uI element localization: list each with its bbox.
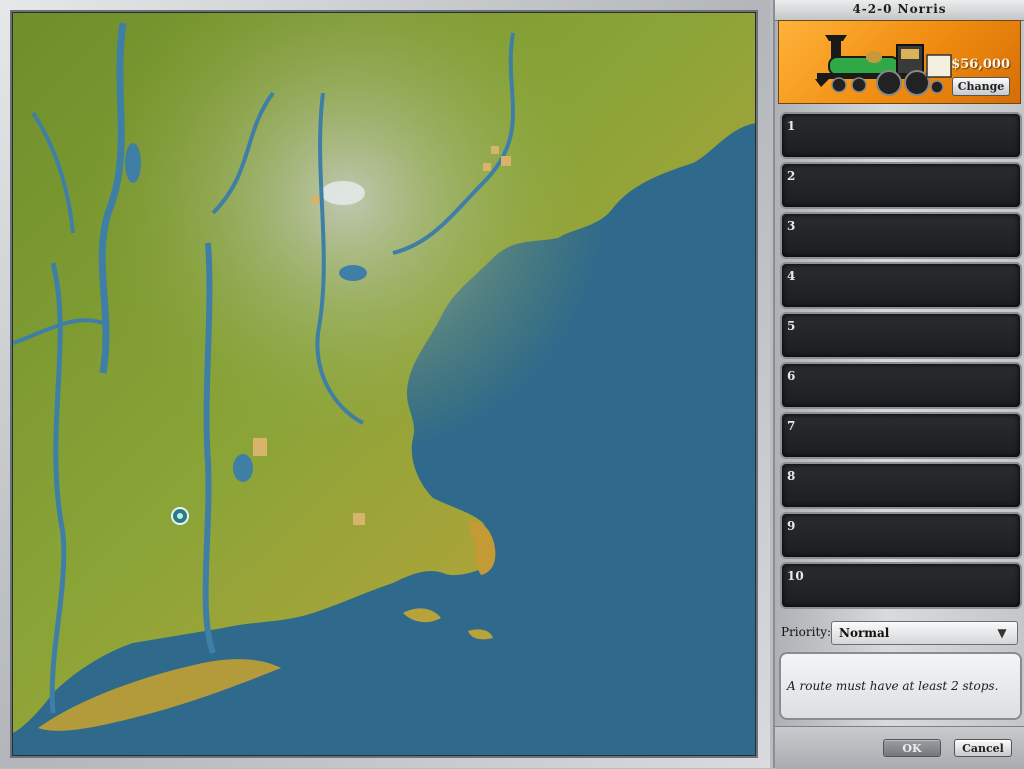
train-name: 4-2-0 Norris (775, 0, 1024, 21)
panel-footer: OK Cancel (775, 726, 1024, 769)
chevron-down-icon[interactable]: ▼ (990, 624, 1014, 642)
ok-button[interactable]: OK (883, 739, 941, 757)
stop-slot[interactable]: 6 (780, 362, 1022, 409)
locomotive-image (815, 35, 952, 96)
priority-value: Normal (839, 626, 890, 640)
stop-slot[interactable]: 10 (780, 562, 1022, 609)
stop-number: 5 (787, 319, 796, 333)
stop-number: 7 (787, 419, 796, 433)
stop-number: 9 (787, 519, 796, 533)
train-price: $56,000 (951, 57, 1010, 72)
stop-slot[interactable]: 5 (780, 312, 1022, 359)
train-card: $56,000 Change (778, 20, 1021, 104)
route-message: A route must have at least 2 stops. (787, 679, 999, 693)
stop-slot[interactable]: 3 (780, 212, 1022, 259)
stop-slot[interactable]: 9 (780, 512, 1022, 559)
stop-number: 1 (787, 119, 796, 133)
stop-slot[interactable]: 4 (780, 262, 1022, 309)
stop-slot[interactable]: 7 (780, 412, 1022, 459)
stop-slot[interactable]: 1 (780, 112, 1022, 159)
priority-label: Priority: (781, 625, 832, 639)
stop-number: 6 (787, 369, 796, 383)
stop-number: 2 (787, 169, 796, 183)
priority-row: Priority: Normal ▼ (781, 620, 1021, 646)
priority-dropdown[interactable]: Normal ▼ (831, 621, 1018, 645)
map-terrain-graphic (13, 13, 756, 755)
stop-list: 1 2 3 4 5 6 7 8 9 10 (780, 112, 1022, 612)
stop-number: 3 (787, 219, 796, 233)
cancel-button[interactable]: Cancel (954, 739, 1012, 757)
stop-slot[interactable]: 8 (780, 462, 1022, 509)
map-frame (0, 0, 770, 768)
change-train-button[interactable]: Change (952, 77, 1010, 96)
stop-number: 8 (787, 469, 796, 483)
stop-number: 4 (787, 269, 796, 283)
terrain-map[interactable] (13, 13, 756, 755)
stop-number: 10 (787, 569, 804, 583)
stop-slot[interactable]: 2 (780, 162, 1022, 209)
message-box: A route must have at least 2 stops. (779, 652, 1022, 720)
route-panel: 4-2-0 Norris $56,000 Change 1 2 3 4 5 6 7 8 9 10 … (773, 0, 1024, 769)
